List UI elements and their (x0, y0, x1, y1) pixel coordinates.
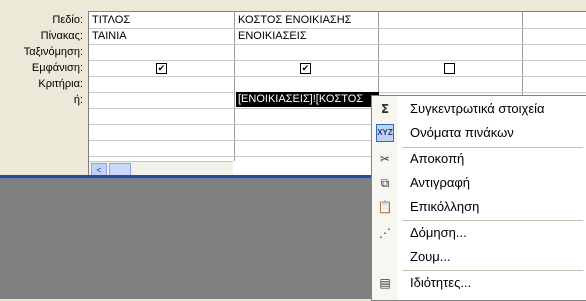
menu-item-copy[interactable]: ⧉ Αντιγραφή (372, 171, 585, 195)
menu-item-label: Ονόματα πινάκων (410, 125, 514, 140)
build-wand-icon: ⋰ (379, 226, 391, 240)
field-cell-col3[interactable] (379, 12, 522, 28)
row-label-show: Εμφάνιση: (31, 62, 83, 74)
menu-item-label: Αντιγραφή (410, 175, 471, 190)
menu-item-build[interactable]: ⋰ Δόμηση... (372, 221, 585, 245)
menu-item-label: Αποκοπή (410, 151, 465, 166)
row-label-sort: Ταξινόμηση: (23, 46, 83, 58)
menu-item-totals[interactable]: Σ Συγκεντρωτικά στοιχεία (372, 97, 585, 121)
row-labels: Πεδίο: Πίνακας: Ταξινόμηση: Εμφάνιση: Κρ… (0, 12, 86, 108)
menu-item-table-names[interactable]: XYZ Ονόματα πινάκων (372, 121, 585, 145)
menu-item-label: Δόμηση... (410, 225, 467, 240)
row-label-or: ή: (73, 94, 83, 106)
table-cell-col1[interactable]: ΤΑΙΝΙΑ (89, 28, 232, 44)
row-label-criteria: Κριτήρια: (38, 78, 83, 90)
menu-item-label: Ιδιότητες... (410, 275, 472, 290)
row-divider (89, 60, 586, 61)
menu-item-properties[interactable]: ▤ Ιδιότητες... (372, 271, 585, 295)
field-cell-col1[interactable]: ΤΙΤΛΟΣ (89, 12, 232, 28)
show-checkbox-col2[interactable]: ✔ (300, 63, 311, 74)
field-cell-col2[interactable]: ΚΟΣΤΟΣ ΕΝΟΙΚΙΑΣΗΣ (235, 12, 378, 28)
menu-item-label: Συγκεντρωτικά στοιχεία (410, 101, 545, 116)
show-checkbox-col1[interactable]: ✔ (156, 63, 167, 74)
context-menu: Σ Συγκεντρωτικά στοιχεία XYZ Ονόματα πιν… (371, 95, 586, 301)
table-cell-col3[interactable] (379, 28, 522, 44)
table-cell-col2[interactable]: ΕΝΟΙΚΙΑΣΕΙΣ (235, 28, 378, 44)
table-names-icon: XYZ (376, 124, 394, 142)
paste-icon: 📋 (377, 200, 393, 214)
row-label-table: Πίνακας: (40, 30, 83, 42)
menu-item-label: Επικόλληση (410, 199, 480, 214)
menu-item-cut[interactable]: ✂ Αποκοπή (372, 147, 585, 171)
row-divider (89, 76, 586, 77)
show-checkbox-col3[interactable] (444, 63, 455, 74)
properties-icon: ▤ (379, 276, 391, 290)
menu-item-zoom[interactable]: Ζουμ... (372, 245, 585, 269)
menu-item-label: Ζουμ... (410, 249, 451, 264)
row-divider (89, 44, 586, 45)
criteria-cell-col2[interactable]: [ΕΝΟΙΚΙΑΣΕΙΣ]![ΚΟΣΤΟΣ (236, 92, 379, 107)
row-label-field: Πεδίο: (52, 14, 83, 26)
sigma-icon: Σ (380, 102, 390, 116)
scissors-icon: ✂ (379, 152, 391, 166)
menu-item-paste[interactable]: 📋 Επικόλληση (372, 195, 585, 219)
copy-icon: ⧉ (380, 176, 390, 190)
